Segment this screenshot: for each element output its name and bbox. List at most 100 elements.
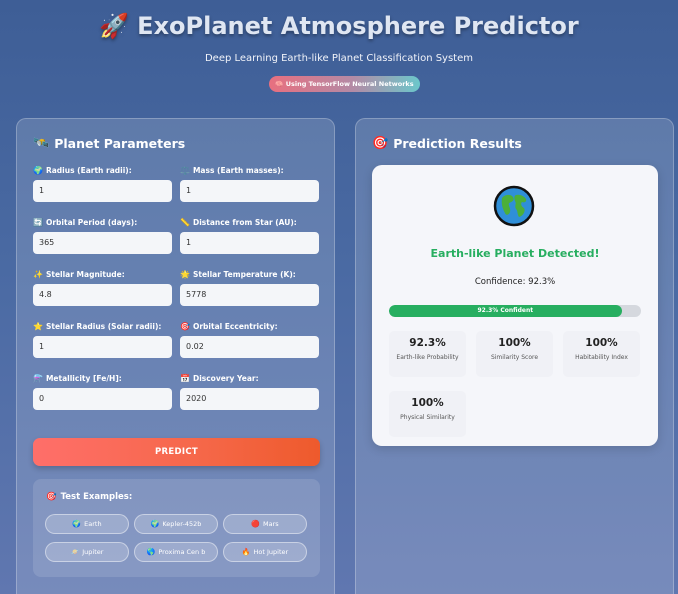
example-hot-jupiter-button[interactable]: 🔥 Hot Jupiter xyxy=(223,542,307,562)
field-label: 📏 Distance from Star (AU): xyxy=(180,217,320,227)
globe-icon: 🌍 xyxy=(72,520,82,528)
planet-parameters-panel: 🛰️ Planet Parameters 🌍 Radius (Earth radi… xyxy=(16,118,335,594)
field-label-text: Orbital Period (days): xyxy=(45,217,138,227)
metric-value: 100% xyxy=(585,337,618,349)
distance-field: 📏 Distance from Star (AU): 1 xyxy=(180,217,320,254)
test-examples-section: 🎯 Test Examples: 🌍 Earth 🌍 Kepler-452b 🔴… xyxy=(33,479,320,577)
field-label: 🌟 Stellar Temperature (K): xyxy=(180,269,320,279)
stellar-temperature-input[interactable]: 5778 xyxy=(180,284,319,306)
metric-similarity-score: 100% Similarity Score xyxy=(476,331,553,377)
example-mars-button[interactable]: 🔴 Mars xyxy=(223,514,307,534)
field-label: ⭐ Stellar Radius (Solar radii): xyxy=(33,321,173,331)
example-label: Kepler-452b xyxy=(162,520,202,528)
field-label-text: Metallicity [Fe/H]: xyxy=(45,373,122,383)
field-label: 📅 Discovery Year: xyxy=(180,373,320,383)
field-label-text: Orbital Eccentricity: xyxy=(192,321,278,331)
fire-icon: 🔥 xyxy=(241,548,251,556)
radius-field: 🌍 Radius (Earth radii): 1 xyxy=(33,165,173,202)
field-label-text: Discovery Year: xyxy=(192,373,259,383)
panel-title-text: Prediction Results xyxy=(393,136,522,151)
field-label-text: Radius (Earth radii): xyxy=(45,165,132,175)
satellite-icon: 🛰️ xyxy=(33,136,50,151)
field-label: 🎯 Orbital Eccentricity: xyxy=(180,321,320,331)
discovery-year-field: 📅 Discovery Year: 2020 xyxy=(180,373,320,410)
example-proxima-cen-b-button[interactable]: 🌎 Proxima Cen b xyxy=(134,542,218,562)
ruler-icon: 📏 xyxy=(180,217,190,227)
field-label-text: Distance from Star (AU): xyxy=(192,217,297,227)
field-label: ⚖️ Mass (Earth masses): xyxy=(180,165,320,175)
app-title-text: ExoPlanet Atmosphere Predictor xyxy=(137,12,579,40)
metric-earth-like-probability: 92.3% Earth-like Probability xyxy=(389,331,466,377)
app-title: 🚀 ExoPlanet Atmosphere Predictor xyxy=(0,12,678,40)
field-label: 🔄 Orbital Period (days): xyxy=(33,217,173,227)
stellar-magnitude-input[interactable]: 4.8 xyxy=(33,284,172,306)
confidence-bar: 92.3% Confident xyxy=(389,305,641,317)
example-earth-button[interactable]: 🌍 Earth xyxy=(45,514,129,534)
radius-input[interactable]: 1 xyxy=(33,180,172,202)
field-label-text: Stellar Magnitude: xyxy=(45,269,125,279)
stellar-radius-input[interactable]: 1 xyxy=(33,336,172,358)
discovery-year-input[interactable]: 2020 xyxy=(180,388,319,410)
example-kepler-452b-button[interactable]: 🌍 Kepler-452b xyxy=(134,514,218,534)
confidence-bar-fill: 92.3% Confident xyxy=(389,305,622,317)
orbital-period-input[interactable]: 365 xyxy=(33,232,172,254)
eccentricity-field: 🎯 Orbital Eccentricity: 0.02 xyxy=(180,321,320,358)
metric-label: Earth-like Probability xyxy=(396,354,459,361)
metallicity-input[interactable]: 0 xyxy=(33,388,172,410)
field-label-text: Stellar Temperature (K): xyxy=(192,269,296,279)
example-label: Mars xyxy=(263,520,279,528)
metric-label: Physical Similarity xyxy=(400,414,455,421)
metric-label: Habitability Index xyxy=(575,354,628,361)
calendar-icon: 📅 xyxy=(180,373,190,383)
field-label: 🌍 Radius (Earth radii): xyxy=(33,165,173,175)
metric-value: 100% xyxy=(498,337,531,349)
red-circle-icon: 🔴 xyxy=(251,520,261,528)
star-icon: ⭐ xyxy=(33,321,43,331)
stellar-magnitude-field: ✨ Stellar Magnitude: 4.8 xyxy=(33,269,173,306)
earth-globe-icon xyxy=(493,185,535,227)
cycle-icon: 🔄 xyxy=(33,217,43,227)
example-label: Proxima Cen b xyxy=(158,548,206,556)
panel-title: 🛰️ Planet Parameters xyxy=(33,136,185,151)
stellar-radius-field: ⭐ Stellar Radius (Solar radii): 1 xyxy=(33,321,173,358)
example-label: Hot Jupiter xyxy=(253,548,289,556)
sparkles-icon: ✨ xyxy=(33,269,43,279)
example-label: Earth xyxy=(84,520,102,528)
example-jupiter-button[interactable]: 🪐 Jupiter xyxy=(45,542,129,562)
globe-icon: 🌎 xyxy=(146,548,156,556)
result-title: Earth-like Planet Detected! xyxy=(430,247,600,260)
mass-field: ⚖️ Mass (Earth masses): 1 xyxy=(180,165,320,202)
prediction-results-panel: 🎯 Prediction Results Earth-like Planet D… xyxy=(355,118,674,594)
metric-physical-similarity: 100% Physical Similarity xyxy=(389,391,466,437)
distance-input[interactable]: 1 xyxy=(180,232,319,254)
target-icon: 🎯 xyxy=(180,321,190,331)
ringed-planet-icon: 🪐 xyxy=(70,548,80,556)
glowing-star-icon: 🌟 xyxy=(180,269,190,279)
field-label: ⚗️ Metallicity [Fe/H]: xyxy=(33,373,173,383)
result-card: Earth-like Planet Detected! Confidence: … xyxy=(372,165,658,446)
target-icon: 🎯 xyxy=(372,136,389,151)
rocket-icon: 🚀 xyxy=(99,12,130,40)
target-icon: 🎯 xyxy=(46,492,57,502)
field-label: ✨ Stellar Magnitude: xyxy=(33,269,173,279)
metric-habitability-index: 100% Habitability Index xyxy=(563,331,640,377)
globe-icon: 🌍 xyxy=(33,165,43,175)
field-label-text: Stellar Radius (Solar radii): xyxy=(45,321,162,331)
panel-title: 🎯 Prediction Results xyxy=(372,136,522,151)
eccentricity-input[interactable]: 0.02 xyxy=(180,336,319,358)
examples-title: 🎯 Test Examples: xyxy=(46,492,132,502)
field-label-text: Mass (Earth masses): xyxy=(192,165,284,175)
example-label: Jupiter xyxy=(82,548,104,556)
panel-title-text: Planet Parameters xyxy=(54,136,186,151)
predict-button[interactable]: PREDICT xyxy=(33,438,320,466)
orbital-period-field: 🔄 Orbital Period (days): 365 xyxy=(33,217,173,254)
metallicity-field: ⚗️ Metallicity [Fe/H]: 0 xyxy=(33,373,173,410)
app-subtitle: Deep Learning Earth-like Planet Classifi… xyxy=(204,53,474,64)
tensorflow-badge: 🧠 Using TensorFlow Neural Networks xyxy=(269,76,420,92)
metric-value: 92.3% xyxy=(409,337,446,349)
scale-icon: ⚖️ xyxy=(180,165,190,175)
stellar-temperature-field: 🌟 Stellar Temperature (K): 5778 xyxy=(180,269,320,306)
alembic-icon: ⚗️ xyxy=(33,373,43,383)
confidence-text: Confidence: 92.3% xyxy=(474,277,556,287)
mass-input[interactable]: 1 xyxy=(180,180,319,202)
